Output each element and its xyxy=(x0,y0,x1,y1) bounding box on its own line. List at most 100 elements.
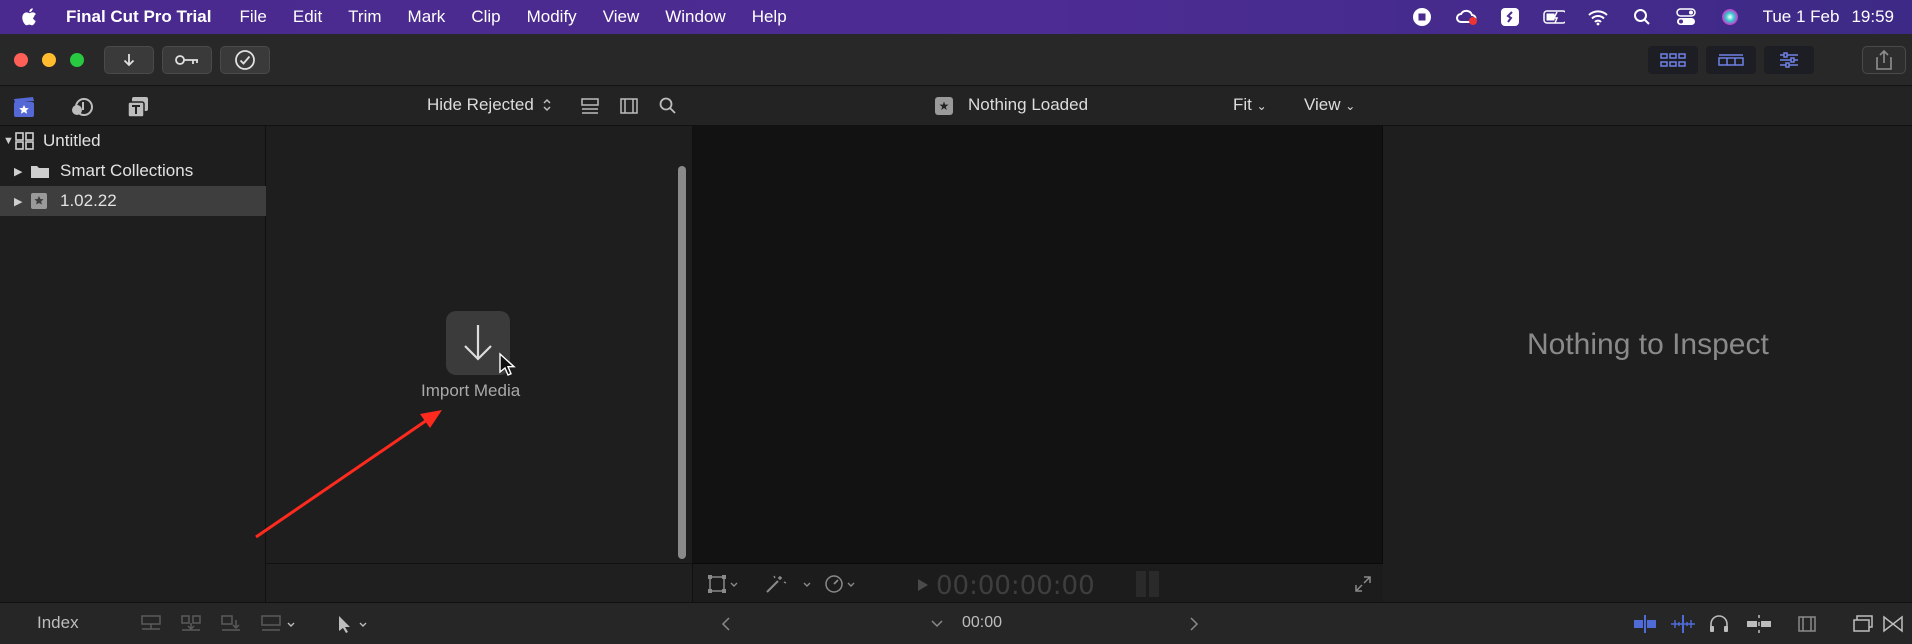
event-row-1-02-22[interactable]: ▶ 1.02.22 xyxy=(0,186,266,216)
event-star-icon: ★ xyxy=(935,97,953,115)
enhancements-menu[interactable] xyxy=(764,574,811,594)
audio-meter-icon xyxy=(1136,571,1159,597)
wifi-icon[interactable] xyxy=(1587,6,1609,28)
checkmark-circle-icon xyxy=(235,50,255,70)
library-grid-icon xyxy=(15,132,34,150)
menu-bar: Final Cut Pro Trial File Edit Trim Mark … xyxy=(0,0,1912,34)
background-tasks-button[interactable] xyxy=(220,46,270,74)
import-button[interactable] xyxy=(104,46,154,74)
menu-window[interactable]: Window xyxy=(665,7,725,27)
menu-view[interactable]: View xyxy=(603,7,640,27)
creative-cloud-icon[interactable] xyxy=(1455,6,1477,28)
overwrite-clip-icon xyxy=(261,615,295,631)
tool-select-menu[interactable] xyxy=(336,614,376,634)
browser-search-button[interactable] xyxy=(658,96,678,116)
title-t-icon xyxy=(127,97,148,118)
updown-chevron-icon xyxy=(543,98,551,112)
retime-menu[interactable] xyxy=(824,574,855,594)
viewer-zoom-menu[interactable]: Fit ⌄ xyxy=(1233,95,1267,115)
folder-icon xyxy=(31,166,49,178)
search-icon xyxy=(659,97,676,114)
music-photo-icon xyxy=(72,98,93,116)
append-clip-icon xyxy=(221,615,240,631)
keywords-button[interactable] xyxy=(162,46,212,74)
clip-appearance-button[interactable] xyxy=(580,96,600,116)
disclosure-closed-icon[interactable]: ▶ xyxy=(14,195,24,208)
clip-appearance-button[interactable] xyxy=(1796,614,1818,634)
fit-label: Fit xyxy=(1233,95,1252,114)
close-window-button[interactable] xyxy=(14,53,28,67)
menu-modify[interactable]: Modify xyxy=(527,7,577,27)
view-label: View xyxy=(1304,95,1341,114)
apple-menu-icon[interactable] xyxy=(20,6,46,28)
menu-trim[interactable]: Trim xyxy=(348,7,381,27)
menu-edit[interactable]: Edit xyxy=(293,7,322,27)
browser-grid-icon xyxy=(1660,53,1686,67)
smart-collections-label: Smart Collections xyxy=(60,161,194,180)
siri-icon[interactable] xyxy=(1719,6,1741,28)
fullscreen-icon[interactable] xyxy=(1353,574,1373,594)
timeline-index-button[interactable]: Index xyxy=(37,613,79,633)
overwrite-clip-menu[interactable] xyxy=(260,614,300,634)
photos-audio-tab[interactable] xyxy=(70,96,94,118)
menubar-clock[interactable]: Tue 1 Feb 19:59 xyxy=(1763,7,1894,27)
clip-filter-label: Hide Rejected xyxy=(427,95,534,114)
viewer-title: Nothing Loaded xyxy=(968,95,1089,114)
timeline-timecode: 00:00 xyxy=(962,614,1003,631)
spotlight-search-icon[interactable] xyxy=(1631,6,1653,28)
timeline-toggle-button[interactable] xyxy=(1706,46,1756,74)
disclosure-open-icon[interactable]: ▼ xyxy=(3,135,14,147)
effects-browser-button[interactable] xyxy=(1852,614,1874,634)
audio-skimming-toggle[interactable] xyxy=(1670,614,1696,634)
libraries-tab[interactable] xyxy=(12,96,36,118)
filmstrip-icon xyxy=(620,98,638,114)
viewer-view-menu[interactable]: View ⌄ xyxy=(1304,95,1355,115)
filmstrip-view-button[interactable] xyxy=(619,96,639,116)
menu-clip[interactable]: Clip xyxy=(471,7,500,27)
video-skimming-toggle[interactable] xyxy=(1632,614,1658,634)
clock-date: Tue 1 Feb xyxy=(1762,7,1840,26)
play-icon[interactable] xyxy=(917,578,929,592)
speedometer-icon xyxy=(825,575,855,593)
control-center-icon[interactable] xyxy=(1675,6,1697,28)
app-name-menu[interactable]: Final Cut Pro Trial xyxy=(66,7,211,27)
clip-browser: Import Media xyxy=(266,126,693,602)
headphones-icon xyxy=(1710,615,1728,632)
menu-file[interactable]: File xyxy=(239,7,266,27)
append-clip-button[interactable] xyxy=(220,614,242,634)
connect-clip-button[interactable] xyxy=(140,614,162,634)
menu-mark[interactable]: Mark xyxy=(408,7,446,27)
download-arrow-icon xyxy=(464,325,492,361)
chevron-down-icon[interactable] xyxy=(930,619,944,629)
viewer-pane: 00:00:00:00 xyxy=(693,126,1383,602)
smart-collections-row[interactable]: ▶ Smart Collections xyxy=(0,156,266,186)
inspector-empty-message: Nothing to Inspect xyxy=(1527,328,1769,361)
record-stop-icon[interactable] xyxy=(1411,6,1433,28)
library-row-untitled[interactable]: ▼ Untitled xyxy=(0,126,266,156)
transitions-icon xyxy=(1883,615,1903,633)
inspector-toggle-button[interactable] xyxy=(1764,46,1814,74)
titles-generators-tab[interactable] xyxy=(126,96,150,118)
chevron-left-icon[interactable] xyxy=(720,616,732,632)
zoom-window-button[interactable] xyxy=(70,53,84,67)
disclosure-closed-icon[interactable]: ▶ xyxy=(14,165,24,178)
insert-clip-button[interactable] xyxy=(180,614,202,634)
share-icon xyxy=(1876,50,1892,70)
share-button[interactable] xyxy=(1862,46,1906,74)
timeline-toolbar: Index 00:00 xyxy=(0,602,1912,644)
audio-skimming-icon xyxy=(1671,615,1695,633)
chevron-right-icon[interactable] xyxy=(1188,616,1200,632)
shazam-icon[interactable] xyxy=(1499,6,1521,28)
transform-menu[interactable] xyxy=(707,574,738,594)
transitions-browser-button[interactable] xyxy=(1882,614,1904,634)
menu-help[interactable]: Help xyxy=(752,7,787,27)
chevron-down-icon: ⌄ xyxy=(1345,99,1356,113)
browser-toggle-button[interactable] xyxy=(1648,46,1698,74)
panes-header: Hide Rejected ★ Nothing Loaded Fit ⌄ Vie… xyxy=(0,86,1912,126)
solo-button[interactable] xyxy=(1708,614,1730,634)
browser-scrollbar[interactable] xyxy=(678,166,686,559)
minimize-window-button[interactable] xyxy=(42,53,56,67)
clip-filter-menu[interactable]: Hide Rejected xyxy=(427,95,552,115)
insert-clip-icon xyxy=(181,615,201,631)
snapping-button[interactable] xyxy=(1746,614,1772,634)
